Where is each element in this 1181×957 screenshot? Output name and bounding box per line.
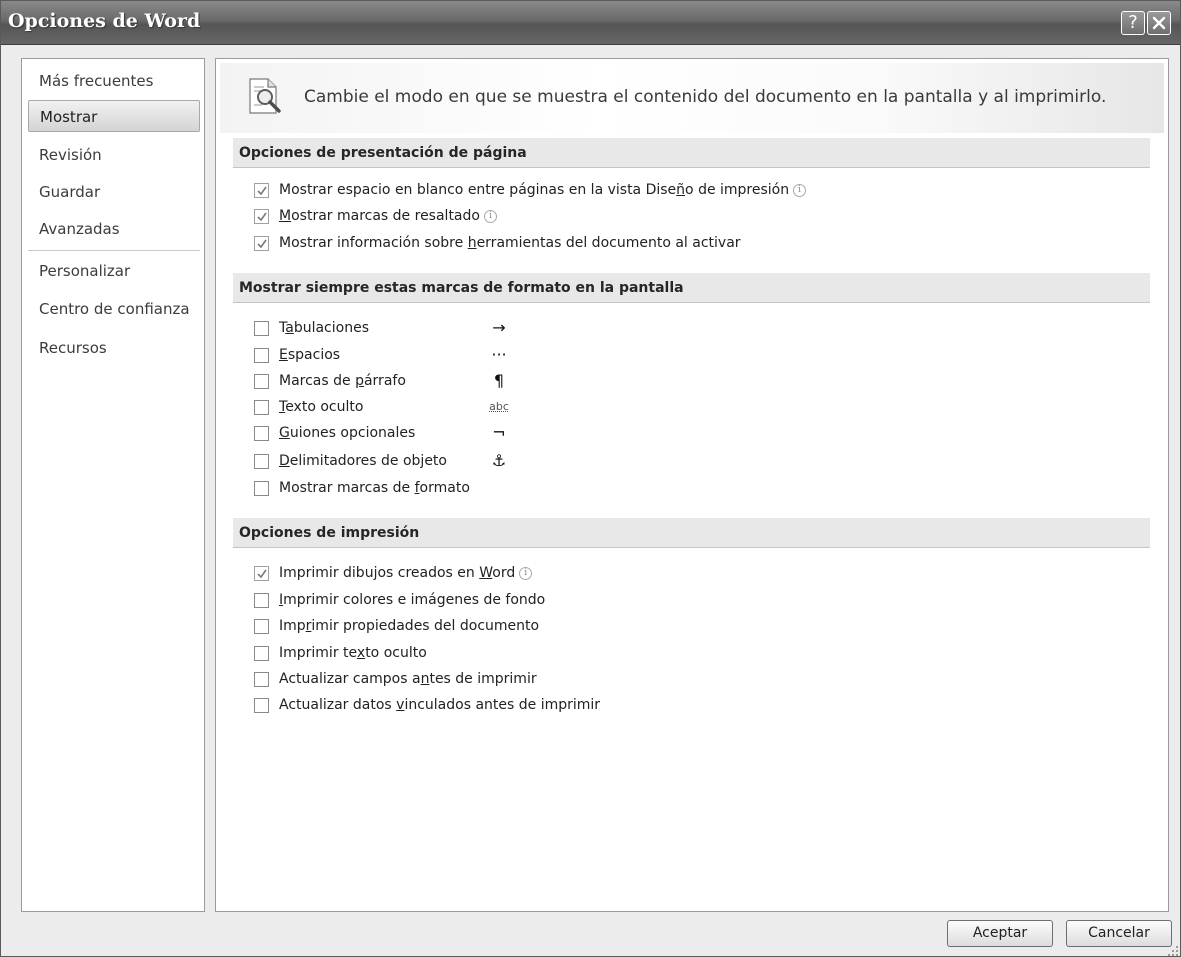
option-label: Actualizar datos vinculados antes de imp… bbox=[279, 697, 601, 713]
option-print-background[interactable]: Imprimir colores e imágenes de fondo bbox=[254, 590, 545, 610]
checkbox[interactable] bbox=[254, 182, 269, 198]
option-label: Mostrar espacio en blanco entre páginas … bbox=[279, 182, 790, 198]
sidebar-separator bbox=[28, 250, 200, 251]
tab-mark-symbol: → bbox=[492, 318, 506, 337]
optional-hyphen-symbol: ¬ bbox=[492, 423, 506, 442]
option-label: Delimitadores de objeto bbox=[279, 453, 447, 469]
option-paragraph-marks[interactable]: Marcas de párrafo bbox=[254, 371, 406, 391]
banner-text: Cambie el modo en que se muestra el cont… bbox=[304, 87, 1107, 107]
help-icon: ? bbox=[1128, 12, 1138, 33]
option-print-drawings[interactable]: Imprimir dibujos creados en Word i bbox=[254, 563, 533, 583]
help-button[interactable]: ? bbox=[1121, 11, 1145, 35]
checkbox[interactable] bbox=[254, 618, 269, 634]
sidebar-item-centro-de-confianza[interactable]: Centro de confianza bbox=[28, 293, 200, 325]
hidden-text-symbol: abc bbox=[489, 400, 509, 413]
sidebar: Más frecuentes Mostrar Revisión Guardar … bbox=[21, 58, 205, 912]
option-label: Actualizar campos antes de imprimir bbox=[279, 671, 537, 687]
checkmark-icon bbox=[257, 569, 267, 578]
close-icon bbox=[1152, 16, 1166, 30]
checkbox[interactable] bbox=[254, 399, 269, 415]
checkbox[interactable] bbox=[254, 208, 269, 224]
option-label: Imprimir colores e imágenes de fondo bbox=[279, 592, 546, 608]
main-panel: Cambie el modo en que se muestra el cont… bbox=[215, 58, 1169, 912]
info-icon: i bbox=[793, 183, 807, 197]
cancel-button[interactable]: Cancelar bbox=[1066, 920, 1172, 947]
window-title: Opciones de Word bbox=[8, 10, 201, 32]
banner: Cambie el modo en que se muestra el cont… bbox=[220, 63, 1164, 133]
option-optional-hyphens[interactable]: Guiones opcionales bbox=[254, 423, 415, 443]
sidebar-item-personalizar[interactable]: Personalizar bbox=[28, 255, 200, 287]
option-hidden-text[interactable]: Texto oculto bbox=[254, 397, 363, 417]
checkmark-icon bbox=[257, 212, 267, 221]
checkbox[interactable] bbox=[254, 425, 269, 441]
option-label: Mostrar marcas de formato bbox=[279, 480, 470, 496]
option-show-whitespace[interactable]: Mostrar espacio en blanco entre páginas … bbox=[254, 180, 807, 200]
option-object-anchors[interactable]: Delimitadores de objeto bbox=[254, 451, 447, 471]
word-options-dialog: Opciones de Word ? Más frecuentes Mostra… bbox=[0, 0, 1181, 957]
ok-button[interactable]: Aceptar bbox=[947, 920, 1053, 947]
checkmark-icon bbox=[257, 239, 267, 248]
section-header-print-options: Opciones de impresión bbox=[233, 518, 1150, 548]
sidebar-item-mas-frecuentes[interactable]: Más frecuentes bbox=[28, 65, 200, 97]
option-label: Imprimir dibujos creados en Word bbox=[279, 565, 516, 581]
space-mark-symbol: ··· bbox=[491, 345, 507, 364]
checkbox[interactable] bbox=[254, 480, 269, 496]
option-tabs[interactable]: Tabulaciones bbox=[254, 318, 369, 338]
sidebar-item-guardar[interactable]: Guardar bbox=[28, 176, 200, 208]
option-label: Imprimir propiedades del documento bbox=[279, 618, 540, 634]
sidebar-item-recursos[interactable]: Recursos bbox=[28, 332, 200, 364]
option-show-all-marks[interactable]: Mostrar marcas de formato bbox=[254, 478, 470, 498]
paragraph-mark-symbol: ¶ bbox=[493, 371, 505, 390]
option-label: Espacios bbox=[279, 347, 341, 363]
close-button[interactable] bbox=[1147, 11, 1171, 35]
sidebar-item-avanzadas[interactable]: Avanzadas bbox=[28, 213, 200, 245]
checkbox[interactable] bbox=[254, 565, 269, 581]
checkbox[interactable] bbox=[254, 320, 269, 336]
option-label: Mostrar marcas de resaltado bbox=[279, 208, 480, 224]
info-icon: i bbox=[519, 566, 533, 580]
checkbox[interactable] bbox=[254, 347, 269, 363]
checkbox[interactable] bbox=[254, 453, 269, 469]
option-update-linked-data[interactable]: Actualizar datos vinculados antes de imp… bbox=[254, 695, 600, 715]
option-label: Tabulaciones bbox=[279, 320, 369, 336]
option-label: Guiones opcionales bbox=[279, 425, 416, 441]
option-show-highlighter[interactable]: Mostrar marcas de resaltado i bbox=[254, 206, 497, 226]
option-label: Texto oculto bbox=[279, 399, 364, 415]
document-magnifier-icon bbox=[249, 78, 281, 114]
info-icon: i bbox=[483, 209, 497, 223]
title-bar[interactable]: Opciones de Word ? bbox=[1, 1, 1180, 45]
sidebar-item-revision[interactable]: Revisión bbox=[28, 139, 200, 171]
anchor-icon: ⚓ bbox=[491, 451, 507, 470]
option-spaces[interactable]: Espacios bbox=[254, 345, 340, 365]
section-header-format-marks: Mostrar siempre estas marcas de formato … bbox=[233, 273, 1150, 303]
checkbox[interactable] bbox=[254, 373, 269, 389]
checkbox[interactable] bbox=[254, 592, 269, 608]
option-print-properties[interactable]: Imprimir propiedades del documento bbox=[254, 616, 539, 636]
option-label: Mostrar información sobre herramientas d… bbox=[279, 235, 741, 251]
checkbox[interactable] bbox=[254, 645, 269, 661]
checkbox[interactable] bbox=[254, 671, 269, 687]
option-show-tooltips[interactable]: Mostrar información sobre herramientas d… bbox=[254, 233, 741, 253]
checkbox[interactable] bbox=[254, 697, 269, 713]
option-update-fields[interactable]: Actualizar campos antes de imprimir bbox=[254, 669, 537, 689]
option-print-hidden-text[interactable]: Imprimir texto oculto bbox=[254, 643, 427, 663]
resize-grip-icon[interactable] bbox=[1167, 945, 1179, 957]
option-label: Imprimir texto oculto bbox=[279, 645, 427, 661]
sidebar-item-mostrar[interactable]: Mostrar bbox=[28, 100, 200, 132]
checkmark-icon bbox=[257, 186, 267, 195]
checkbox[interactable] bbox=[254, 235, 269, 251]
section-header-page-options: Opciones de presentación de página bbox=[233, 138, 1150, 168]
option-label: Marcas de párrafo bbox=[279, 373, 406, 389]
